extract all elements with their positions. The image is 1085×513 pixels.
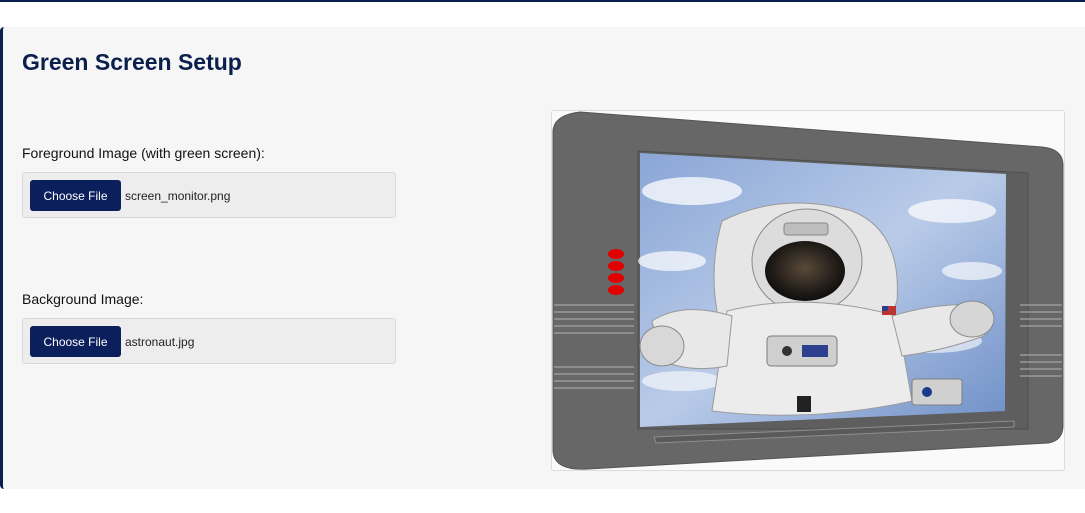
monitor-frame-icon — [552, 111, 1064, 470]
foreground-file-input[interactable]: Choose File screen_monitor.png — [22, 172, 396, 218]
background-file-input[interactable]: Choose File astronaut.jpg — [22, 318, 396, 364]
astronaut-image — [638, 153, 1006, 427]
page-title: Green Screen Setup — [22, 49, 242, 75]
foreground-label: Foreground Image (with green screen): — [22, 145, 265, 161]
foreground-choose-file-button[interactable]: Choose File — [30, 180, 121, 211]
top-border — [0, 0, 1085, 2]
background-file-name: astronaut.jpg — [125, 335, 195, 349]
composite-preview — [551, 110, 1065, 471]
background-label: Background Image: — [22, 291, 144, 307]
background-choose-file-button[interactable]: Choose File — [30, 326, 121, 357]
foreground-file-name: screen_monitor.png — [125, 189, 231, 203]
setup-panel: Green Screen Setup Foreground Image (wit… — [0, 27, 1085, 489]
